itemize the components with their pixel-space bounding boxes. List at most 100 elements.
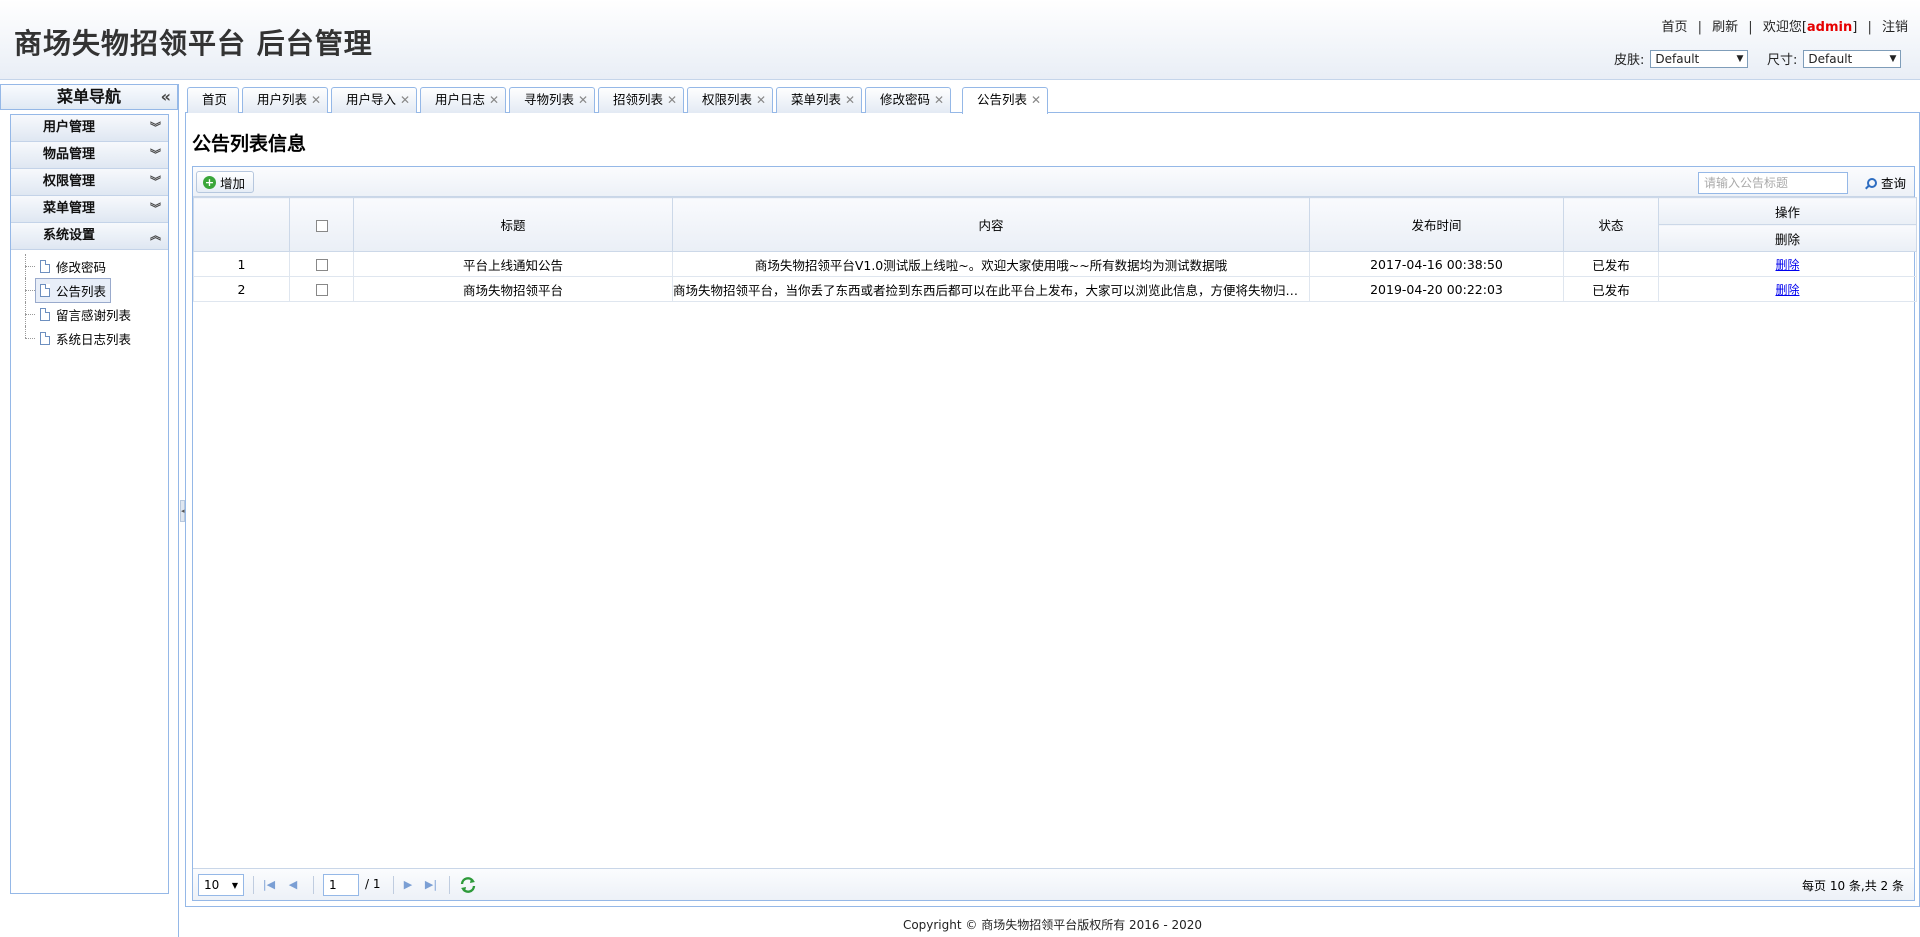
close-icon[interactable]: ✕ — [400, 88, 410, 112]
delete-link[interactable]: 删除 — [1775, 283, 1799, 297]
search-icon — [1866, 177, 1877, 188]
menu-group-menu[interactable]: 菜单管理 ︾ — [11, 196, 168, 223]
size-option: 尺寸: Default ▼ — [1767, 49, 1902, 68]
tab-label: 用户列表 — [257, 92, 308, 107]
close-icon[interactable]: ✕ — [756, 88, 766, 112]
skin-select[interactable]: Default ▼ — [1650, 49, 1749, 68]
tab-notice-list[interactable]: 公告列表 ✕ — [962, 87, 1048, 114]
skin-option: 皮肤: Default ▼ — [1614, 49, 1749, 68]
tab-home[interactable]: 首页 — [187, 87, 239, 113]
delete-link[interactable]: 删除 — [1775, 258, 1799, 272]
menu-group-permission[interactable]: 权限管理 ︾ — [11, 169, 168, 196]
menu-group-label: 物品管理 — [43, 147, 96, 162]
menu-group-user[interactable]: 用户管理 ︾ — [11, 115, 168, 142]
pager-separator — [393, 876, 394, 894]
home-link[interactable]: 首页 — [1661, 20, 1687, 35]
page-number-input[interactable]: 1 — [323, 874, 359, 896]
tree-item-notice-list[interactable]: 公告列表 — [25, 277, 168, 303]
tree-item-message-list[interactable]: 留言感谢列表 — [25, 302, 168, 326]
close-icon[interactable]: ✕ — [578, 88, 588, 112]
tree-item-change-password[interactable]: 修改密码 — [25, 254, 168, 278]
logout-link[interactable]: 注销 — [1882, 20, 1908, 35]
expand-icon: ︾ — [150, 148, 161, 161]
tree-item-system-log[interactable]: 系统日志列表 — [25, 326, 168, 350]
size-value: Default — [1808, 51, 1853, 66]
notice-table: 标题 内容 发布时间 状态 操作 删除 1 平台上线通知公告 商场失物招领平台V… — [193, 197, 1917, 302]
dropdown-arrow-icon: ▼ — [1736, 53, 1744, 64]
menu-group-system[interactable]: 系统设置 ︽ — [11, 223, 168, 250]
tab-label: 修改密码 — [880, 92, 931, 107]
column-header-content[interactable]: 内容 — [672, 197, 1310, 252]
close-icon[interactable]: ✕ — [845, 88, 855, 112]
tab-found-list[interactable]: 招领列表 ✕ — [598, 87, 684, 113]
column-header-delete: 删除 — [1658, 224, 1917, 252]
username: admin — [1806, 20, 1853, 35]
row-checkbox[interactable] — [315, 259, 328, 271]
tab-menu-list[interactable]: 菜单列表 ✕ — [776, 87, 862, 113]
tab-bar: 首页 用户列表 ✕ 用户导入 ✕ 用户日志 ✕ 寻物列表 ✕ 招领列表 ✕ 权限列表 ✕ 菜… — [185, 84, 1920, 114]
tab-user-list[interactable]: 用户列表 ✕ — [242, 87, 328, 113]
search-button[interactable]: 查询 — [1866, 173, 1906, 192]
add-icon: + — [203, 175, 216, 189]
prev-page-icon[interactable]: ◀ — [285, 876, 301, 894]
collapse-icon[interactable]: « — [161, 85, 171, 109]
tab-user-log[interactable]: 用户日志 ✕ — [420, 87, 506, 113]
tab-label: 公告列表 — [977, 92, 1028, 107]
close-icon[interactable]: ✕ — [667, 88, 677, 112]
row-checkbox[interactable] — [315, 284, 328, 296]
cell-content: 商场失物招领平台V1.0测试版上线啦~。欢迎大家使用哦~~所有数据均为测试数据哦 — [672, 251, 1310, 277]
next-page-icon[interactable]: ▶ — [400, 876, 416, 894]
column-header-status[interactable]: 状态 — [1563, 197, 1659, 252]
refresh-link[interactable]: 刷新 — [1712, 20, 1738, 35]
top-links: 首页 | 刷新 | 欢迎您[admin] | 注销 — [1661, 16, 1908, 35]
first-page-icon[interactable]: |◀ — [261, 876, 277, 894]
row-number-header — [193, 197, 290, 252]
menu-group-label: 用户管理 — [43, 120, 96, 135]
search-label: 查询 — [1880, 176, 1906, 191]
collapse-group-icon: ︽ — [150, 229, 161, 242]
tree: 修改密码 公告列表 留言感谢列表 系统日志列表 — [11, 250, 168, 350]
table-row[interactable]: 2 商场失物招领平台 商场失物招领平台，当你丢了东西或者捡到东西后都可以在此平台… — [193, 276, 1917, 302]
page-size-select[interactable]: 10 ▼ — [198, 874, 244, 896]
search-input[interactable] — [1698, 172, 1848, 194]
cell-time: 2017-04-16 00:38:50 — [1309, 251, 1564, 277]
tab-label: 用户日志 — [435, 92, 486, 107]
file-icon — [40, 283, 50, 297]
column-header-time[interactable]: 发布时间 — [1309, 197, 1564, 252]
header: 商场失物招领平台 后台管理 首页 | 刷新 | 欢迎您[admin] | 注销 … — [0, 0, 1920, 80]
page-title: 公告列表信息 — [192, 133, 307, 155]
skin-label: 皮肤: — [1614, 53, 1645, 68]
menu-accordion: 用户管理 ︾ 物品管理 ︾ 权限管理 ︾ 菜单管理 ︾ 系统设置 ︽ 修改密码 公告列表 … — [10, 114, 169, 894]
column-header-ops: 操作 — [1658, 197, 1917, 225]
expand-icon: ︾ — [150, 121, 161, 134]
close-icon[interactable]: ✕ — [1031, 88, 1041, 112]
dropdown-arrow-icon: ▼ — [231, 880, 238, 890]
menu-group-label: 菜单管理 — [43, 201, 96, 216]
menu-title: 菜单导航 — [56, 87, 121, 106]
pager-separator — [449, 876, 450, 894]
tree-item-label: 公告列表 — [56, 283, 107, 299]
add-button[interactable]: + 增加 — [196, 171, 255, 193]
tab-lost-list[interactable]: 寻物列表 ✕ — [509, 87, 595, 113]
pager-separator — [313, 876, 314, 894]
select-all-checkbox[interactable] — [315, 219, 328, 232]
column-header-title[interactable]: 标题 — [353, 197, 673, 252]
last-page-icon[interactable]: ▶| — [423, 876, 439, 894]
table-row[interactable]: 1 平台上线通知公告 商场失物招领平台V1.0测试版上线啦~。欢迎大家使用哦~~… — [193, 251, 1917, 277]
tab-user-import[interactable]: 用户导入 ✕ — [331, 87, 417, 113]
close-icon[interactable]: ✕ — [489, 88, 499, 112]
cell-ops: 删除 — [1658, 276, 1917, 302]
size-select[interactable]: Default ▼ — [1803, 49, 1902, 68]
tree-item-label: 系统日志列表 — [56, 331, 132, 347]
menu-group-item[interactable]: 物品管理 ︾ — [11, 142, 168, 169]
close-icon[interactable]: ✕ — [934, 88, 944, 112]
close-icon[interactable]: ✕ — [311, 88, 321, 112]
tab-label: 招领列表 — [613, 92, 664, 107]
row-select-cell — [289, 251, 354, 277]
tab-permission-list[interactable]: 权限列表 ✕ — [687, 87, 773, 113]
expand-icon: ︾ — [150, 175, 161, 188]
cell-status: 已发布 — [1563, 276, 1659, 302]
tab-change-password[interactable]: 修改密码 ✕ — [865, 87, 951, 113]
tab-label: 首页 — [202, 92, 228, 107]
refresh-icon[interactable] — [459, 876, 477, 894]
